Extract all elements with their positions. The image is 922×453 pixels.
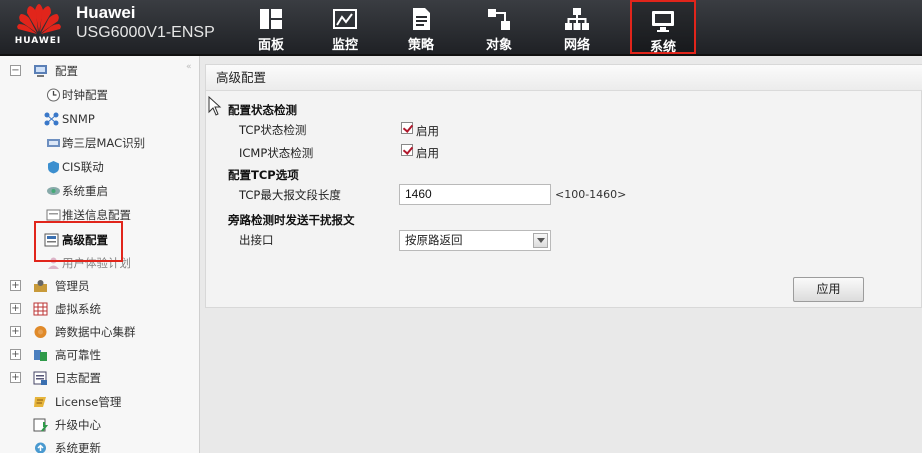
tree-node-label: 跨数据中心集群 xyxy=(55,325,136,339)
panel-title: 高级配置 xyxy=(206,65,922,91)
tcp-state-label: TCP状态检测 xyxy=(239,123,307,137)
license-icon xyxy=(34,397,46,407)
expand-toggle-icon[interactable]: + xyxy=(10,349,21,360)
cluster-icon xyxy=(34,326,47,338)
push-icon xyxy=(46,209,61,221)
huawei-flower-icon xyxy=(17,4,61,34)
tree-node-config[interactable]: − 配置 xyxy=(0,60,190,82)
egress-interface-value: 按原路返回 xyxy=(405,233,463,247)
mouse-cursor-icon xyxy=(208,96,222,116)
tree-node-cross-dc-cluster[interactable]: + 跨数据中心集群 xyxy=(0,321,190,343)
expand-toggle-icon[interactable]: + xyxy=(10,280,21,291)
tcp-mss-label: TCP最大报文段长度 xyxy=(239,188,341,202)
system-monitor-icon xyxy=(652,11,674,32)
nav-network[interactable]: 网络 xyxy=(544,0,610,54)
product-info: Huawei USG6000V1-ENSP xyxy=(76,4,215,44)
policy-document-icon xyxy=(413,8,430,30)
upgrade-icon xyxy=(33,418,48,432)
network-topology-icon xyxy=(565,8,589,30)
cis-icon xyxy=(48,161,59,174)
high-availability-icon xyxy=(34,350,47,361)
tree-item-label: 时钟配置 xyxy=(62,88,108,102)
collapse-toggle-icon[interactable]: − xyxy=(10,65,21,76)
nav-object-label: 对象 xyxy=(485,38,512,53)
nav-system[interactable]: 系统 xyxy=(630,0,696,55)
tcp-state-enable-label: 启用 xyxy=(416,124,439,138)
tree-item-upgrade-center[interactable]: 升级中心 xyxy=(0,414,190,436)
sidebar-tree: « − 配置 时钟配置 SNMP 跨三层MAC识别 CIS联动 系统重启 推送信… xyxy=(0,56,200,453)
icmp-state-checkbox[interactable] xyxy=(401,144,413,156)
admin-icon xyxy=(34,280,47,292)
monitor-chart-icon xyxy=(333,9,357,29)
tree-item-system-update[interactable]: 系统更新 xyxy=(0,437,190,453)
expand-toggle-icon[interactable]: + xyxy=(10,326,21,337)
nav-network-label: 网络 xyxy=(563,38,590,53)
tree-node-label: 系统更新 xyxy=(55,441,101,453)
object-icon xyxy=(488,9,510,30)
nav-object[interactable]: 对象 xyxy=(466,0,532,54)
tree-item-snmp[interactable]: SNMP xyxy=(0,108,190,130)
top-bar: HUAWEI Huawei USG6000V1-ENSP 面板 监控 策略 对象… xyxy=(0,0,922,56)
dashboard-icon xyxy=(260,9,282,29)
tree-node-label: 日志配置 xyxy=(55,371,101,385)
tree-node-label: 虚拟系统 xyxy=(55,302,101,316)
apply-button[interactable]: 应用 xyxy=(793,277,864,302)
tree-item-label: 跨三层MAC识别 xyxy=(62,136,146,150)
tree-item-license[interactable]: License管理 xyxy=(0,391,190,413)
tree-item-cis[interactable]: CIS联动 xyxy=(0,156,190,178)
nav-policy[interactable]: 策略 xyxy=(388,0,454,54)
tree-item-mac-identify[interactable]: 跨三层MAC识别 xyxy=(0,132,190,154)
tree-item-label: CIS联动 xyxy=(62,160,104,174)
tree-node-label: 高可靠性 xyxy=(55,348,101,362)
section-state-detection: 配置状态检测 xyxy=(228,103,297,117)
expand-toggle-icon[interactable]: + xyxy=(10,372,21,383)
tree-node-label: 升级中心 xyxy=(55,418,101,432)
tcp-mss-input[interactable]: 1460 xyxy=(399,184,551,205)
config-icon xyxy=(34,65,47,77)
nav-dashboard-label: 面板 xyxy=(257,38,284,53)
nav-dashboard[interactable]: 面板 xyxy=(238,0,304,54)
tree-item-label: SNMP xyxy=(62,112,95,126)
log-config-icon xyxy=(33,371,47,385)
nav-policy-label: 策略 xyxy=(407,38,434,53)
tcp-state-checkbox[interactable] xyxy=(401,122,413,134)
nav-system-label: 系统 xyxy=(649,40,676,55)
icmp-state-enable-label: 启用 xyxy=(416,146,439,160)
egress-interface-select[interactable]: 按原路返回 xyxy=(399,230,551,251)
nav-monitor-label: 监控 xyxy=(331,38,358,53)
tree-item-clock-config[interactable]: 时钟配置 xyxy=(0,84,190,106)
tree-node-label: 配置 xyxy=(55,64,78,78)
tree-node-label: 管理员 xyxy=(55,279,90,293)
clock-icon xyxy=(47,88,60,102)
tree-node-log-config[interactable]: + 日志配置 xyxy=(0,367,190,389)
vendor-name: Huawei xyxy=(76,3,136,22)
advanced-config-panel: 高级配置 配置状态检测 TCP状态检测 启用 ICMP状态检测 启用 配置TCP… xyxy=(205,64,922,308)
snmp-icon xyxy=(44,112,59,126)
chevron-down-icon[interactable] xyxy=(533,233,548,248)
device-model: USG6000V1-ENSP xyxy=(76,24,215,41)
expand-toggle-icon[interactable]: + xyxy=(10,303,21,314)
update-icon xyxy=(35,442,46,453)
icmp-state-label: ICMP状态检测 xyxy=(239,146,314,160)
content-area: 高级配置 配置状态检测 TCP状态检测 启用 ICMP状态检测 启用 配置TCP… xyxy=(200,56,922,453)
tree-node-high-availability[interactable]: + 高可靠性 xyxy=(0,344,190,366)
tree-node-virtual-system[interactable]: + 虚拟系统 xyxy=(0,298,190,320)
huawei-logo: HUAWEI xyxy=(10,2,66,52)
selection-highlight xyxy=(34,221,123,262)
restart-icon xyxy=(47,187,60,195)
section-tcp-options: 配置TCP选项 xyxy=(228,168,299,182)
tree-node-admin[interactable]: + 管理员 xyxy=(0,275,190,297)
section-bypass-detection: 旁路检测时发送干扰报文 xyxy=(228,213,355,227)
tree-item-restart[interactable]: 系统重启 xyxy=(0,180,190,202)
nav-monitor[interactable]: 监控 xyxy=(312,0,378,54)
tree-item-label: 系统重启 xyxy=(62,184,108,198)
virtual-system-icon xyxy=(33,302,48,316)
tcp-mss-range-hint: <100-1460> xyxy=(555,188,627,201)
tree-node-label: License管理 xyxy=(55,395,122,409)
egress-interface-label: 出接口 xyxy=(239,233,274,247)
logo-text: HUAWEI xyxy=(14,36,62,46)
mac-icon xyxy=(47,139,60,147)
